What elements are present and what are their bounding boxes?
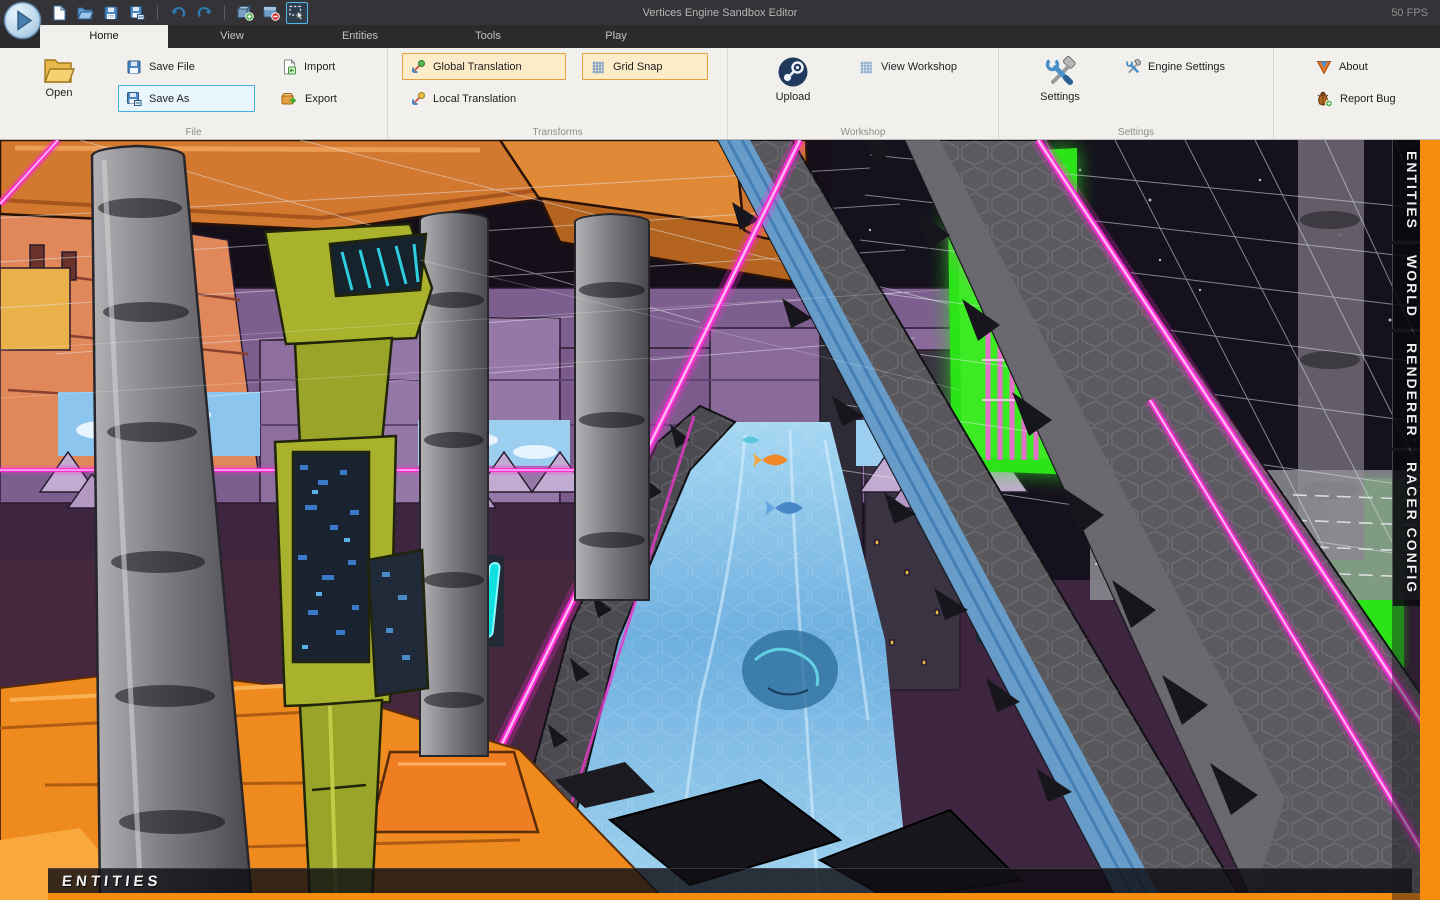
translate-gizmo-icon xyxy=(410,91,426,107)
open-folder-icon xyxy=(77,5,94,21)
new-file-button[interactable] xyxy=(48,2,70,24)
export-icon xyxy=(281,91,298,107)
side-tab-racer-config[interactable]: RACER CONFIG xyxy=(1392,451,1420,605)
import-icon xyxy=(281,59,297,75)
about-label: About xyxy=(1339,61,1368,73)
selection-marquee-icon xyxy=(288,4,306,21)
tab-tools[interactable]: Tools xyxy=(424,25,552,48)
save-file-icon xyxy=(126,59,142,75)
ribbon-group-transforms: Global Translation Local Translation xyxy=(388,48,728,139)
local-translation-button[interactable]: Local Translation xyxy=(402,85,566,112)
translate-gizmo-icon xyxy=(410,59,426,75)
ribbon-group-settings: Settings Engine Settings Settings xyxy=(999,48,1274,139)
side-tab-entities[interactable]: ENTITIES xyxy=(1392,140,1420,241)
viewport[interactable]: ENTITIES WORLD RENDERER RACER CONFIG ENT… xyxy=(0,140,1440,900)
entities-panel-title: ENTITIES xyxy=(47,873,162,890)
ribbon-group-workshop: Upload View Workshop Workshop xyxy=(728,48,999,139)
redo-icon xyxy=(196,5,213,21)
open-button[interactable]: Open xyxy=(28,53,90,99)
save-file-button[interactable]: Save File xyxy=(118,53,255,80)
toolbar-separator xyxy=(224,5,225,20)
undo-icon xyxy=(170,5,187,21)
tools-icon xyxy=(1044,56,1076,88)
app-window: Vertices Engine Sandbox Editor 50 FPS Ho… xyxy=(0,0,1440,900)
grid-snap-toggle[interactable]: Grid Snap xyxy=(582,53,708,80)
selection-tool-button[interactable] xyxy=(286,2,308,24)
open-folder-icon xyxy=(43,56,75,84)
report-bug-button[interactable]: Report Bug xyxy=(1308,85,1411,112)
save-as-icon xyxy=(129,5,145,21)
engine-settings-label: Engine Settings xyxy=(1148,61,1225,73)
export-button[interactable]: Export xyxy=(273,85,352,112)
ribbon-group-file: Open Save File xyxy=(0,48,388,139)
group-label-transforms: Transforms xyxy=(388,127,727,138)
remove-frame-button[interactable] xyxy=(260,2,282,24)
engine-settings-icon xyxy=(1125,59,1141,75)
tab-entities[interactable]: Entities xyxy=(296,25,424,48)
save-as-button-ribbon[interactable]: Save As xyxy=(118,85,255,112)
group-label-file: File xyxy=(0,127,387,138)
accent-rail-vertical xyxy=(1420,140,1440,900)
quick-access-toolbar xyxy=(46,0,310,25)
save-as-button[interactable] xyxy=(126,2,148,24)
add-entity-button[interactable] xyxy=(234,2,256,24)
ribbon-group-about: About Report Bug xyxy=(1274,48,1440,139)
import-button[interactable]: Import xyxy=(273,53,352,80)
entities-panel-header[interactable]: ENTITIES xyxy=(48,868,1412,893)
grid-snap-label: Grid Snap xyxy=(613,61,663,73)
save-as-icon xyxy=(126,91,142,107)
bug-icon xyxy=(1316,91,1333,107)
report-bug-label: Report Bug xyxy=(1340,93,1396,105)
ribbon: Open Save File xyxy=(0,48,1440,140)
window-title: Vertices Engine Sandbox Editor xyxy=(643,7,798,19)
play-icon xyxy=(3,1,42,40)
toolbar-separator xyxy=(157,5,158,20)
settings-label: Settings xyxy=(1040,91,1080,103)
tab-play[interactable]: Play xyxy=(552,25,680,48)
group-label-workshop: Workshop xyxy=(728,127,998,138)
workshop-grid-icon xyxy=(858,59,874,75)
upload-button[interactable]: Upload xyxy=(762,53,824,103)
side-tab-renderer[interactable]: RENDERER xyxy=(1392,332,1420,449)
local-translation-label: Local Translation xyxy=(433,93,516,105)
side-tab-world[interactable]: WORLD xyxy=(1392,244,1420,329)
tab-home[interactable]: Home xyxy=(40,25,168,48)
group-label-settings: Settings xyxy=(999,127,1273,138)
open-label: Open xyxy=(46,87,73,99)
export-label: Export xyxy=(305,93,337,105)
save-file-label: Save File xyxy=(149,61,195,73)
about-button[interactable]: About xyxy=(1308,53,1411,80)
open-file-button[interactable] xyxy=(74,2,96,24)
engine-settings-button[interactable]: Engine Settings xyxy=(1117,53,1240,80)
global-translation-toggle[interactable]: Global Translation xyxy=(402,53,566,80)
remove-frame-icon xyxy=(262,4,280,21)
add-crate-icon xyxy=(236,4,254,21)
tab-view[interactable]: View xyxy=(168,25,296,48)
grid-icon xyxy=(590,59,606,75)
settings-button[interactable]: Settings xyxy=(1029,53,1091,103)
steam-icon xyxy=(777,56,809,88)
titlebar: Vertices Engine Sandbox Editor 50 FPS xyxy=(0,0,1440,25)
view-workshop-label: View Workshop xyxy=(881,61,957,73)
view-workshop-button[interactable]: View Workshop xyxy=(850,53,972,80)
global-translation-label: Global Translation xyxy=(433,61,522,73)
right-tab-rail: ENTITIES WORLD RENDERER RACER CONFIG xyxy=(1392,140,1440,900)
accent-rail-bottom xyxy=(48,893,1440,900)
play-button[interactable] xyxy=(3,1,42,40)
upload-label: Upload xyxy=(776,91,811,103)
undo-button[interactable] xyxy=(167,2,189,24)
fps-counter: 50 FPS xyxy=(1391,7,1440,19)
save-as-label: Save As xyxy=(149,93,189,105)
side-tab-strip: ENTITIES WORLD RENDERER RACER CONFIG xyxy=(1392,140,1420,900)
save-icon xyxy=(103,5,119,21)
viewport-scene xyxy=(0,140,1440,900)
redo-button[interactable] xyxy=(193,2,215,24)
vertices-logo-icon xyxy=(1316,59,1332,75)
ribbon-tabbar: Home View Entities Tools Play xyxy=(0,25,1440,48)
new-file-icon xyxy=(51,5,67,21)
save-button[interactable] xyxy=(100,2,122,24)
import-label: Import xyxy=(304,61,335,73)
